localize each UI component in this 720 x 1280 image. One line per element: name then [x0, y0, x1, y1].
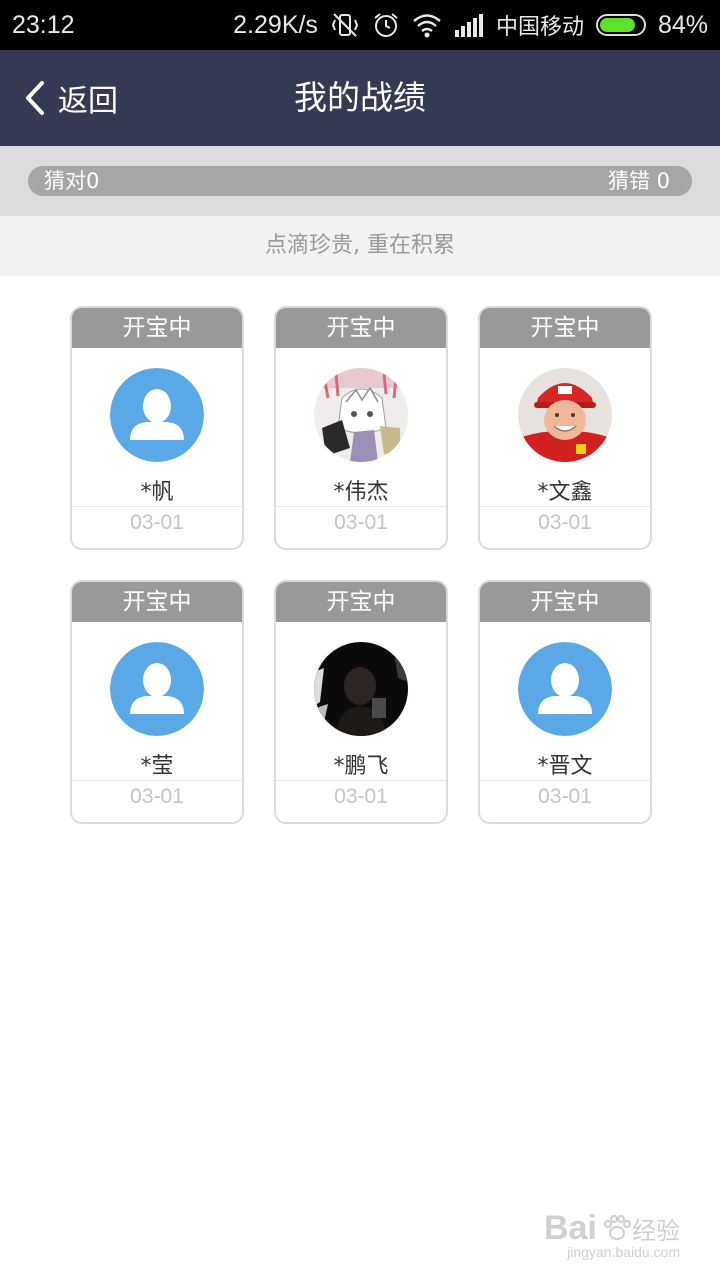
- card-status-label: 开宝中: [72, 308, 242, 348]
- user-photo-avatar: [518, 368, 612, 462]
- card-status-label: 开宝中: [72, 582, 242, 622]
- card-user-name: *晋文: [537, 754, 593, 779]
- signal-icon: [454, 13, 484, 37]
- card-user-name: *鹏飞: [333, 754, 389, 779]
- record-card[interactable]: 开宝中 *鹏飞 03-01: [274, 580, 448, 824]
- default-avatar-icon: [110, 642, 204, 736]
- card-status-label: 开宝中: [480, 582, 650, 622]
- record-card[interactable]: 开宝中 *伟杰 03-01: [274, 306, 448, 550]
- record-card[interactable]: 开宝中 *莹 03-01: [70, 580, 244, 824]
- card-status-label: 开宝中: [276, 582, 446, 622]
- alarm-icon: [372, 11, 400, 39]
- user-photo-avatar: [314, 368, 408, 462]
- status-right-group: 2.29K/s 中国移动 84%: [233, 0, 708, 50]
- card-user-name: *伟杰: [333, 480, 389, 505]
- back-label: 返回: [58, 84, 118, 119]
- battery-icon: [595, 14, 646, 36]
- wifi-icon: [412, 12, 442, 38]
- wrong-count: 猜错 0: [607, 169, 670, 193]
- card-date: 03-01: [334, 785, 388, 808]
- card-user-name: *帆: [140, 480, 174, 505]
- vibrate-off-icon: [330, 10, 360, 40]
- record-card[interactable]: 开宝中 *文鑫 03-01: [478, 306, 652, 550]
- card-date: 03-01: [334, 511, 388, 534]
- motto-text: 点滴珍贵, 重在积累: [0, 216, 720, 276]
- chevron-left-icon: [24, 80, 46, 116]
- back-button[interactable]: 返回: [24, 50, 118, 146]
- status-bar: 23:12 2.29K/s 中国移动 84%: [0, 0, 720, 50]
- record-card[interactable]: 开宝中 *帆 03-01: [70, 306, 244, 550]
- correct-count: 猜对0: [44, 169, 100, 193]
- battery-level-fill: [599, 18, 636, 32]
- card-divider: [72, 780, 242, 781]
- card-user-name: *莹: [140, 754, 174, 779]
- card-user-name: *文鑫: [537, 480, 593, 505]
- watermark-suffix: 经验: [632, 1217, 680, 1245]
- stats-area: 猜对0 猜错 0: [0, 146, 720, 216]
- card-status-label: 开宝中: [480, 308, 650, 348]
- card-divider: [480, 780, 650, 781]
- card-divider: [276, 780, 446, 781]
- nav-bar: 返回 我的战绩: [0, 50, 720, 146]
- card-date: 03-01: [130, 511, 184, 534]
- carrier-name: 中国移动: [495, 15, 584, 40]
- card-divider: [480, 506, 650, 507]
- watermark-logo: Bai: [543, 1209, 597, 1247]
- card-date: 03-01: [538, 511, 592, 534]
- card-divider: [276, 506, 446, 507]
- default-avatar-icon: [110, 368, 204, 462]
- card-date: 03-01: [130, 785, 184, 808]
- card-date: 03-01: [538, 785, 592, 808]
- paw-icon: [597, 1215, 632, 1243]
- card-status-label: 开宝中: [276, 308, 446, 348]
- network-speed: 2.29K/s: [233, 10, 318, 39]
- battery-percent: 84%: [657, 10, 708, 39]
- user-photo-avatar: [314, 642, 408, 736]
- default-avatar-icon: [518, 642, 612, 736]
- stats-pill: 猜对0 猜错 0: [28, 166, 692, 196]
- status-time: 23:12: [12, 11, 75, 39]
- record-card[interactable]: 开宝中 *晋文 03-01: [478, 580, 652, 824]
- card-divider: [72, 506, 242, 507]
- baidu-jingyan-watermark: Bai 经验 jingyan.baidu.com: [544, 1209, 680, 1260]
